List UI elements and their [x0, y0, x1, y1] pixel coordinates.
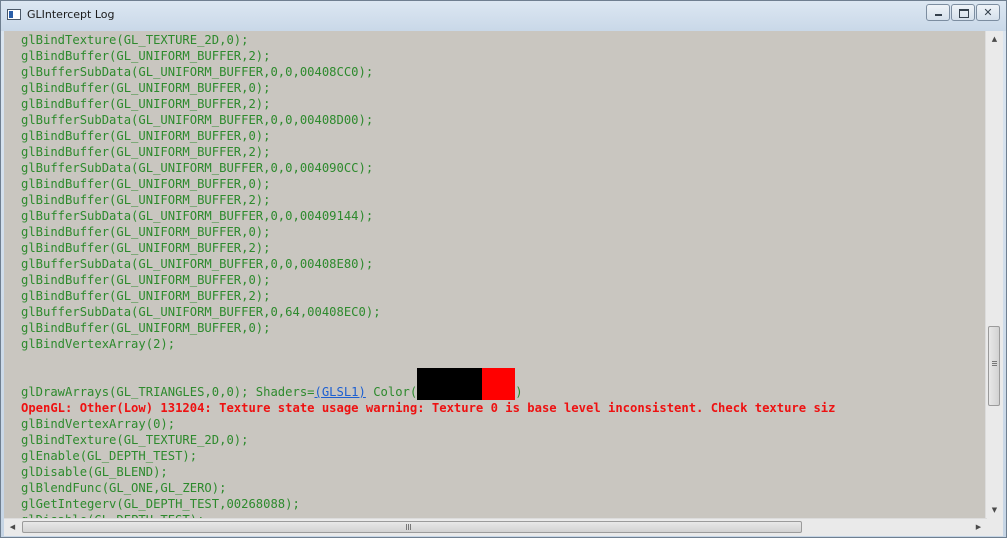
log-line: glBindTexture(GL_TEXTURE_2D,0);: [21, 33, 249, 47]
log-line: glBufferSubData(GL_UNIFORM_BUFFER,0,0,00…: [21, 65, 374, 79]
color-suffix: ): [515, 385, 523, 399]
vertical-scrollbar[interactable]: ▲ ▼: [985, 31, 1003, 519]
horizontal-scrollbar[interactable]: ◀ ▶: [4, 518, 987, 536]
log-line: glBindBuffer(GL_UNIFORM_BUFFER,0);: [21, 273, 271, 287]
log-text-area[interactable]: glBindTexture(GL_TEXTURE_2D,0); glBindTex…: [4, 31, 987, 521]
color-swatch-red: [482, 368, 516, 400]
draw-call-line: glDrawArrays(GL_TRIANGLES,0,0); Shaders=…: [21, 368, 987, 400]
horizontal-scroll-thumb[interactable]: [22, 521, 802, 533]
scroll-left-arrow-icon[interactable]: ◀: [4, 519, 21, 536]
log-line: glBlendFunc(GL_ONE,GL_ZERO);: [21, 481, 227, 495]
minimize-icon: [935, 14, 942, 16]
shader-link[interactable]: (GLSL1): [315, 385, 366, 399]
grip-icon: [406, 524, 407, 530]
log-line: glBindVertexArray(2);: [21, 337, 176, 351]
color-swatches: [417, 368, 516, 400]
vertical-scroll-thumb[interactable]: [988, 326, 1000, 406]
title-bar[interactable]: GLIntercept Log ✕: [1, 1, 1006, 31]
log-line: glBindBuffer(GL_UNIFORM_BUFFER,2);: [21, 193, 271, 207]
log-line: glBindBuffer(GL_UNIFORM_BUFFER,2);: [21, 145, 271, 159]
window-title: GLIntercept Log: [27, 8, 115, 21]
scrollbar-corner: [986, 519, 1003, 536]
log-line: glBindBuffer(GL_UNIFORM_BUFFER,2);: [21, 289, 271, 303]
draw-call-prefix: glDrawArrays(GL_TRIANGLES,0,0); Shaders=: [21, 385, 315, 399]
draw-call-text: glDrawArrays(GL_TRIANGLES,0,0); Shaders=…: [21, 368, 523, 400]
maximize-icon: [959, 9, 969, 18]
log-lines-after: glBindVertexArray(0); glBindTexture(GL_TE…: [21, 416, 987, 521]
log-line: glBindBuffer(GL_UNIFORM_BUFFER,0);: [21, 321, 271, 335]
log-lines-before: glBindTexture(GL_TEXTURE_2D,0);glBindTex…: [21, 31, 987, 352]
log-line: glBindBuffer(GL_UNIFORM_BUFFER,2);: [21, 241, 271, 255]
maximize-button[interactable]: [951, 4, 975, 21]
log-line: glDisable(GL_BLEND);: [21, 465, 168, 479]
log-line: glBufferSubData(GL_UNIFORM_BUFFER,0,0,00…: [21, 209, 374, 223]
log-line: glBindBuffer(GL_UNIFORM_BUFFER,2);: [21, 97, 271, 111]
log-line: glBindBuffer(GL_UNIFORM_BUFFER,0);: [21, 225, 271, 239]
glintercept-log-window: GLIntercept Log ✕ glBindTexture(GL_TEXTU…: [0, 0, 1007, 538]
log-line: glBufferSubData(GL_UNIFORM_BUFFER,0,0,00…: [21, 161, 374, 175]
log-line: glGetIntegerv(GL_DEPTH_TEST,00268088);: [21, 497, 300, 511]
log-line: glBufferSubData(GL_UNIFORM_BUFFER,0,0,00…: [21, 257, 374, 271]
scroll-right-arrow-icon[interactable]: ▶: [970, 519, 987, 536]
opengl-error-line: OpenGL: Other(Low) 131204: Texture state…: [21, 401, 836, 415]
grip-icon: [992, 361, 997, 362]
color-swatch-black: [417, 368, 483, 400]
log-line: glBindBuffer(GL_UNIFORM_BUFFER,0);: [21, 81, 271, 95]
log-client-area: glBindTexture(GL_TEXTURE_2D,0); glBindTex…: [4, 31, 1003, 536]
app-window-icon: [7, 9, 21, 20]
color-label: Color(: [365, 385, 418, 399]
log-line: glBindBuffer(GL_UNIFORM_BUFFER,2);: [21, 49, 271, 63]
scroll-up-arrow-icon[interactable]: ▲: [986, 31, 1003, 48]
caption-buttons: ✕: [925, 4, 1000, 21]
log-line: glBufferSubData(GL_UNIFORM_BUFFER,0,64,0…: [21, 305, 381, 319]
close-button[interactable]: ✕: [976, 4, 1000, 21]
scroll-down-arrow-icon[interactable]: ▼: [986, 502, 1003, 519]
log-line: glEnable(GL_DEPTH_TEST);: [21, 449, 198, 463]
minimize-button[interactable]: [926, 4, 950, 21]
log-line: glBindBuffer(GL_UNIFORM_BUFFER,0);: [21, 129, 271, 143]
log-line: glBindBuffer(GL_UNIFORM_BUFFER,0);: [21, 177, 271, 191]
log-line: glBufferSubData(GL_UNIFORM_BUFFER,0,0,00…: [21, 113, 374, 127]
log-line: glBindTexture(GL_TEXTURE_2D,0);: [21, 433, 249, 447]
close-icon: ✕: [983, 6, 993, 19]
log-line: glBindVertexArray(0);: [21, 417, 176, 431]
